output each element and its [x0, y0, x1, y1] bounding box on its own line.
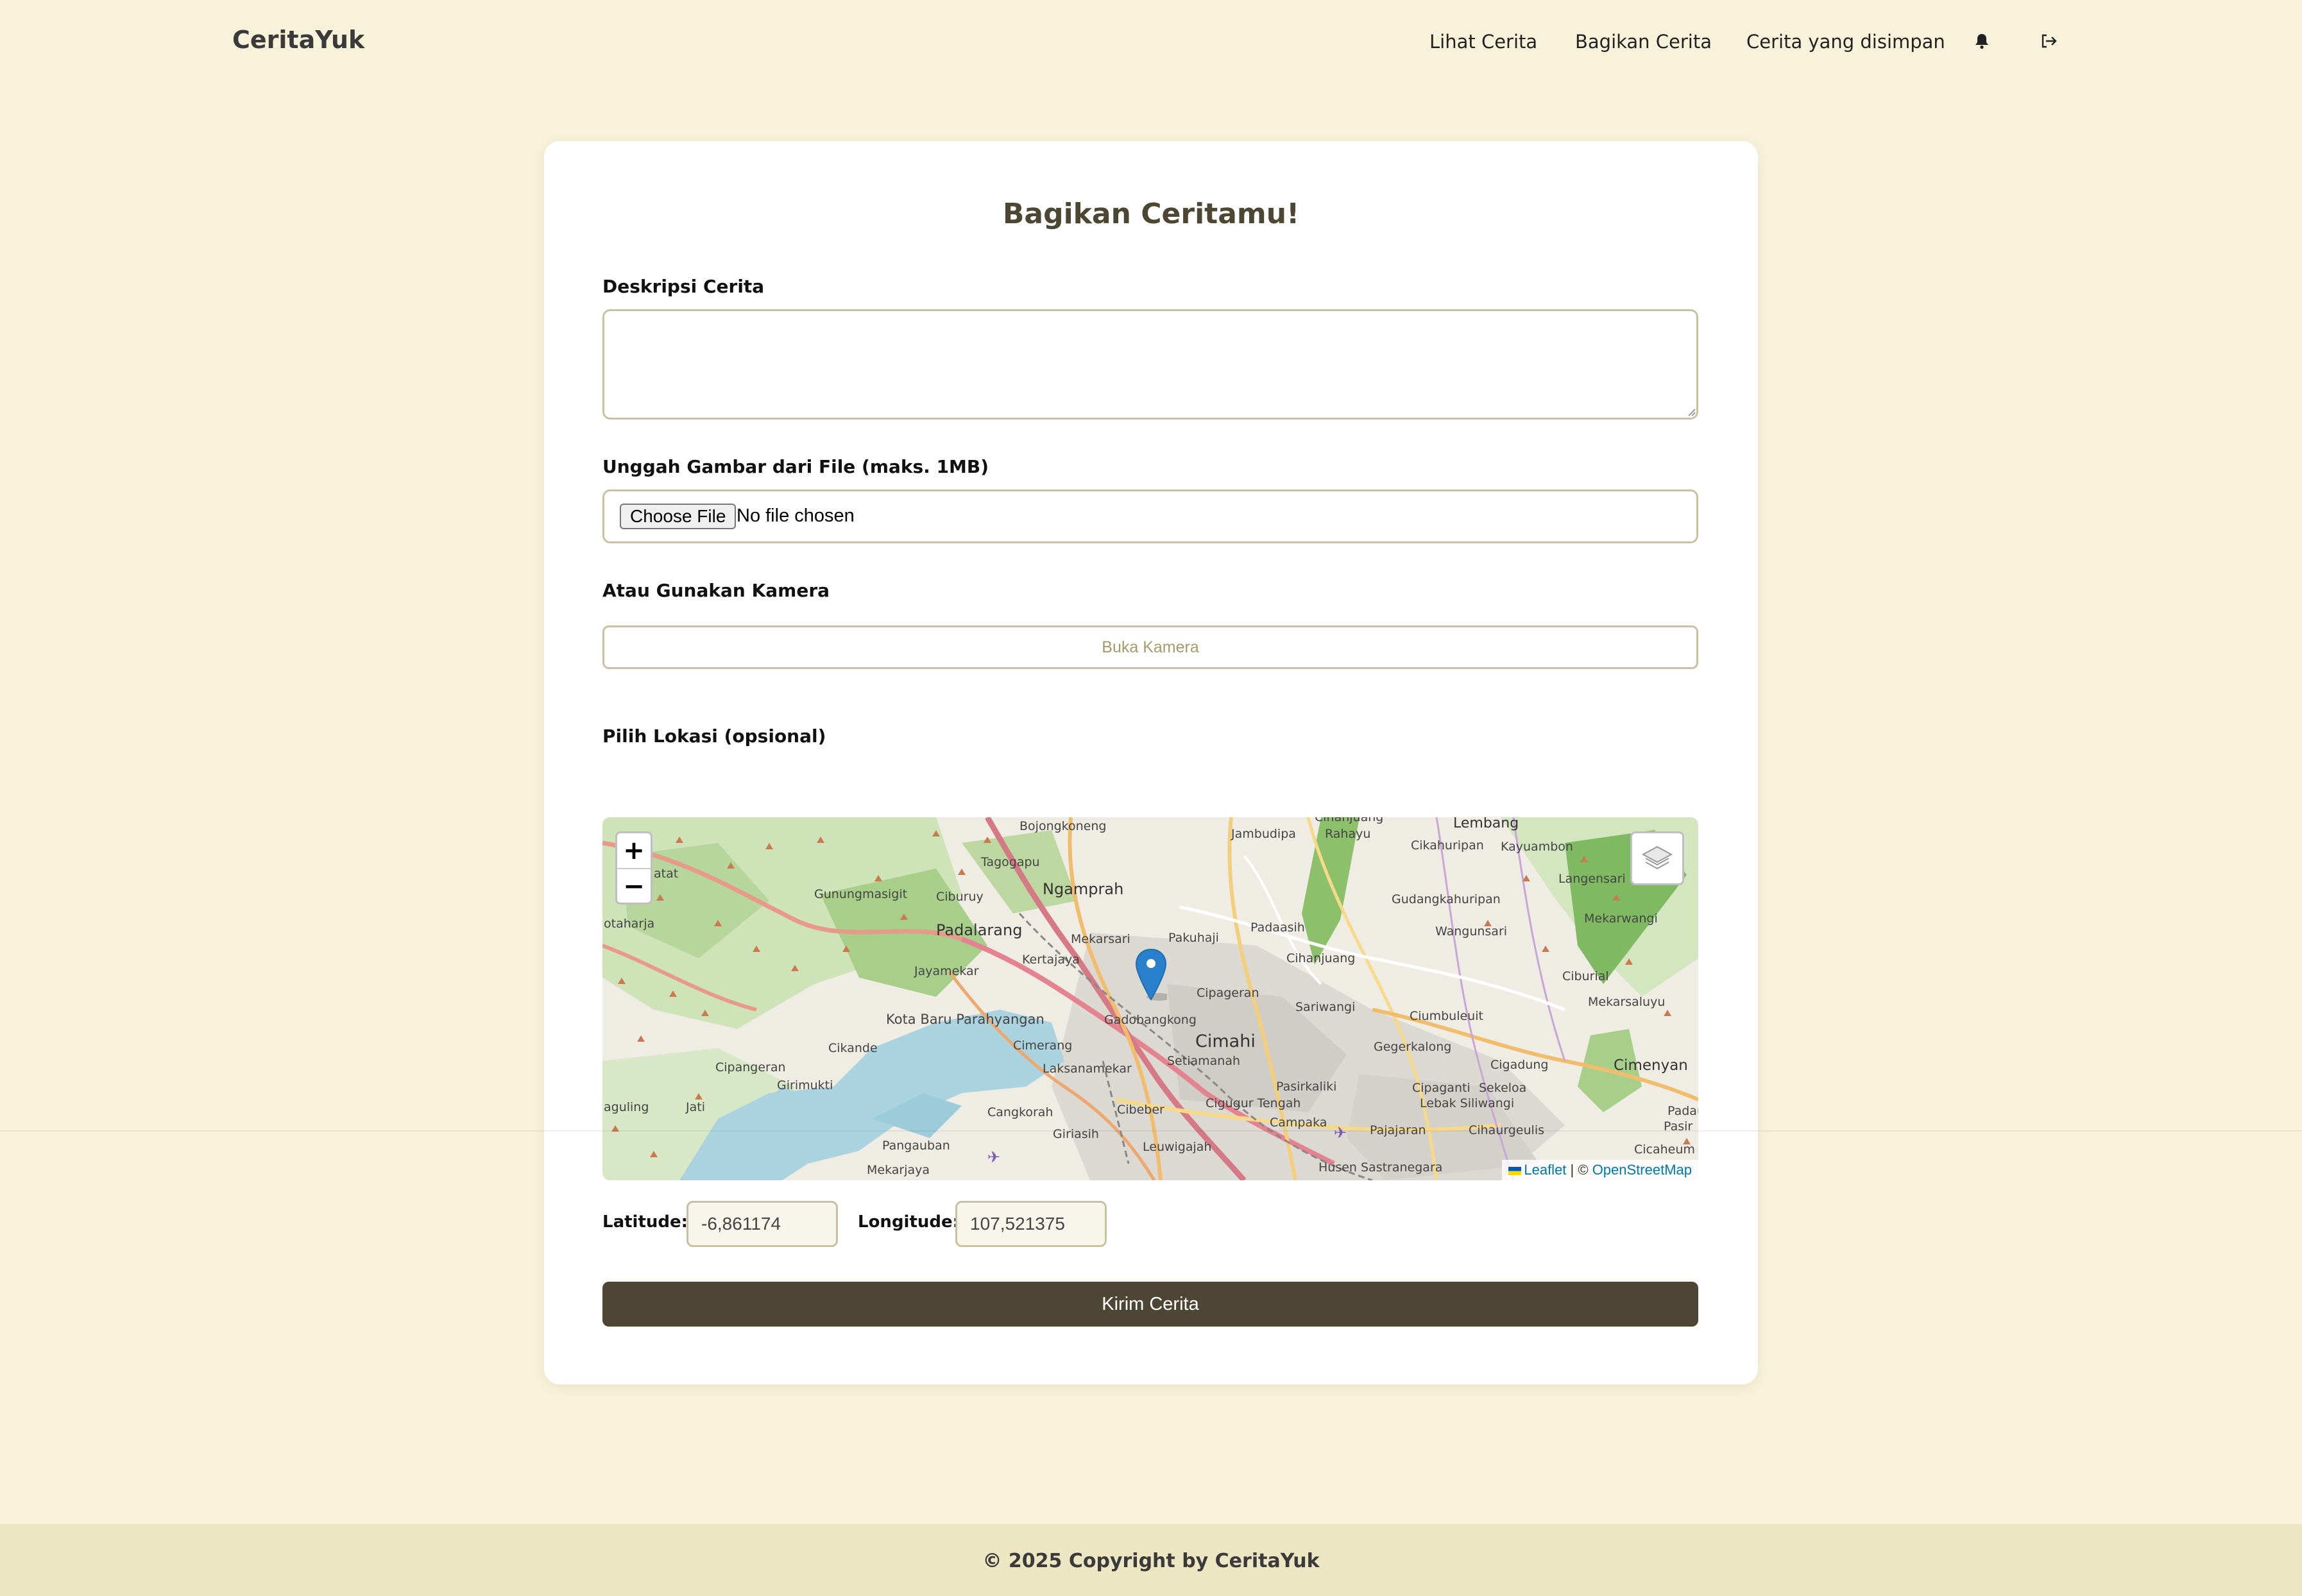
map-label: Kayuambon: [1501, 840, 1573, 854]
map-label: Gunungmasigit: [814, 887, 907, 901]
map-attribution: Leaflet | © OpenStreetMap: [1502, 1160, 1698, 1180]
brand-logo[interactable]: CeritaYuk: [232, 26, 364, 54]
map-label: Kertajaya: [1022, 953, 1080, 967]
footer: © 2025 Copyright by CeritaYuk: [0, 1524, 2302, 1596]
description-label: Deskripsi Cerita: [602, 276, 765, 297]
file-status-text: No file chosen: [737, 505, 855, 526]
choose-file-button[interactable]: Choose File: [620, 504, 737, 529]
leaflet-link[interactable]: Leaflet: [1524, 1162, 1566, 1178]
map-label: Girimukti: [777, 1078, 833, 1092]
map-label: Jambudipa: [1231, 827, 1296, 841]
map-label: Ngamprah: [1043, 880, 1123, 898]
nav-saved-stories[interactable]: Cerita yang disimpan: [1746, 31, 1945, 53]
map-label: Giriasih: [1053, 1127, 1099, 1141]
map-label: Lembang: [1453, 817, 1519, 831]
openstreetmap-link[interactable]: OpenStreetMap: [1592, 1162, 1692, 1178]
description-textarea[interactable]: [602, 309, 1698, 420]
attribution-separator: | ©: [1566, 1162, 1592, 1178]
open-camera-button[interactable]: Buka Kamera: [602, 625, 1698, 669]
airport-icon: ✈: [1334, 1124, 1347, 1142]
map-label: Cipageran: [1197, 986, 1259, 1000]
file-upload-field[interactable]: Choose File No file chosen: [602, 489, 1698, 543]
nav-share-story[interactable]: Bagikan Cerita: [1575, 31, 1712, 53]
map-label: Padaasih: [1250, 921, 1305, 935]
map-label: Kota Baru Parahyangan: [886, 1012, 1044, 1027]
location-map[interactable]: Bojongkoneng Tagogapu Ngamprah Jambudipa…: [602, 817, 1698, 1180]
submit-story-button[interactable]: Kirim Cerita: [602, 1282, 1698, 1327]
map-label: Cangkorah: [987, 1105, 1053, 1119]
layers-button[interactable]: [1630, 831, 1684, 885]
map-label: Ciburial: [1562, 969, 1609, 983]
map-label: aguling: [604, 1100, 649, 1114]
map-label: Cipangeran: [715, 1060, 786, 1074]
zoom-control: + −: [615, 831, 652, 904]
map-label: Cigadung: [1490, 1058, 1548, 1072]
camera-label: Atau Gunakan Kamera: [602, 580, 830, 601]
map-label: Ciburuy: [936, 890, 984, 904]
viewport-divider: [0, 1130, 2302, 1132]
map-label: Cipaganti: [1412, 1081, 1471, 1095]
location-label: Pilih Lokasi (opsional): [602, 726, 826, 747]
map-label: Jati: [685, 1100, 705, 1114]
map-label: Sekeloa: [1479, 1081, 1526, 1095]
location-marker-icon[interactable]: [1135, 948, 1167, 1001]
map-label: Rahayu: [1325, 827, 1370, 841]
map-label: Cimenyan: [1614, 1057, 1688, 1074]
map-label: Pakuhaji: [1168, 931, 1219, 945]
map-label: Mekarsari: [1071, 932, 1130, 946]
map-label: Cibeber: [1117, 1103, 1164, 1117]
airport-icon: ✈: [987, 1148, 1000, 1166]
map-label: Cihanjuang: [1286, 951, 1355, 965]
footer-copyright: © 2025 Copyright by CeritaYuk: [982, 1550, 1320, 1572]
logout-icon[interactable]: [2037, 30, 2060, 53]
map-label: Husen Sastranegara: [1318, 1160, 1442, 1175]
layers-icon: [1641, 845, 1673, 870]
map-label: Gadobangkong: [1104, 1013, 1197, 1027]
map-label: otaharja: [604, 917, 654, 931]
map-label: Cihanjuang: [1315, 817, 1383, 824]
map-label: Cigugur Tengah: [1206, 1096, 1300, 1110]
map-label: Pangauban: [882, 1139, 950, 1153]
map-label: atat: [654, 867, 678, 881]
bell-icon[interactable]: [1970, 30, 1993, 53]
longitude-label: Longitude:: [858, 1212, 960, 1232]
map-label: Langensari: [1558, 872, 1626, 886]
upload-label: Unggah Gambar dari File (maks. 1MB): [602, 456, 989, 477]
latitude-input[interactable]: [686, 1201, 838, 1247]
resize-handle-icon[interactable]: [1685, 405, 1696, 417]
page-title: Bagikan Ceritamu!: [1002, 198, 1300, 230]
map-label: Campaka: [1270, 1116, 1327, 1130]
map-label: Cicaheum: [1634, 1142, 1695, 1157]
zoom-in-button[interactable]: +: [617, 833, 651, 869]
map-label: Laksanamekar: [1043, 1062, 1132, 1076]
map-label: Mekarwangi: [1584, 912, 1658, 926]
map-label: Cikahuripan: [1411, 838, 1484, 853]
map-label: Lebak Siliwangi: [1420, 1096, 1514, 1110]
map-label: Bojongkoneng: [1019, 819, 1106, 833]
map-label: Sariwangi: [1295, 1000, 1355, 1014]
nav-view-stories[interactable]: Lihat Cerita: [1429, 31, 1537, 53]
map-label: Gegerkalong: [1374, 1040, 1451, 1054]
map-label: Padalarang: [936, 921, 1022, 939]
map-label: Mekarsaluyu: [1588, 995, 1665, 1009]
map-label: Cimahi: [1195, 1031, 1256, 1051]
ukraine-flag-icon: [1508, 1167, 1522, 1175]
map-label: Wangunsari: [1435, 924, 1507, 938]
map-label: Ciumbuleuit: [1410, 1009, 1483, 1023]
map-label: Jayamekar: [914, 964, 979, 978]
map-label: Pasirkaliki: [1276, 1080, 1336, 1094]
map-label: Padaulun: [1667, 1104, 1698, 1118]
longitude-input[interactable]: [955, 1201, 1107, 1247]
map-label: Mekarjaya: [867, 1163, 930, 1177]
map-label: Gudangkahuripan: [1392, 892, 1501, 906]
navbar: CeritaYuk Lihat Cerita Bagikan Cerita Ce…: [0, 0, 2302, 87]
map-label: Setiamanah: [1167, 1054, 1240, 1068]
map-label: Cikande: [828, 1041, 878, 1055]
map-label: Tagogapu: [980, 855, 1040, 869]
map-label: Leuwigajah: [1143, 1140, 1211, 1154]
latitude-label: Latitude:: [602, 1212, 688, 1232]
zoom-out-button[interactable]: −: [617, 869, 651, 904]
map-label: Cimerang: [1013, 1039, 1072, 1053]
